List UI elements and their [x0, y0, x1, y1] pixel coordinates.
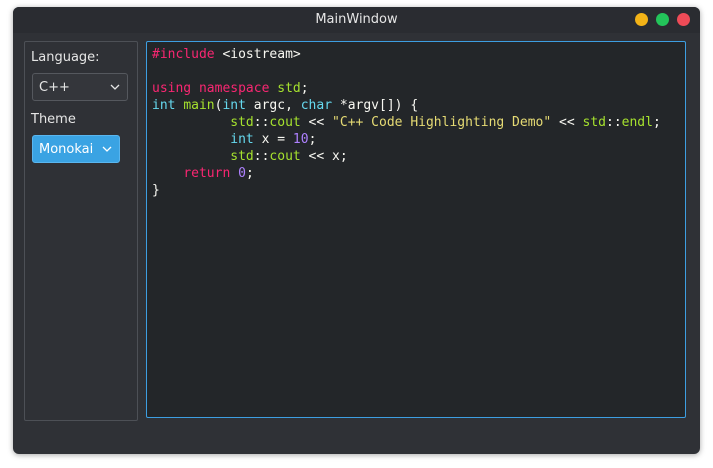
code-token: << [551, 115, 583, 130]
code-token: int [230, 132, 254, 147]
code-token: ; [308, 132, 317, 147]
code-line: #include <iostream> [152, 46, 661, 63]
code-token: std [230, 115, 254, 130]
code-token: namespace [198, 81, 270, 96]
code-line: using namespace std; [152, 80, 661, 97]
code-token: std [230, 149, 254, 164]
settings-panel: Language: C++ Theme Monokai [24, 41, 138, 421]
code-token: ; [245, 166, 254, 181]
code-token: #include [152, 47, 215, 62]
code-token: return [183, 166, 231, 181]
code-token: 0 [238, 166, 246, 181]
code-token: int [222, 98, 246, 113]
code-token: *argv[]) { [332, 98, 419, 113]
code-token: } [152, 183, 160, 198]
code-token: char [300, 98, 333, 113]
title-bar[interactable]: MainWindow [13, 7, 700, 33]
code-token: std [277, 81, 301, 96]
code-token: << x; [300, 149, 348, 164]
window-title: MainWindow [315, 12, 398, 27]
code-token: x = [253, 132, 293, 147]
code-token: "C++ Code Highlighting Demo" [332, 115, 552, 130]
theme-select[interactable]: Monokai [32, 135, 120, 163]
code-line: return 0; [152, 165, 661, 182]
code-token: using [152, 81, 192, 96]
language-select[interactable]: C++ [32, 73, 128, 101]
language-value: C++ [39, 80, 70, 95]
code-line: int main(int argc, char *argv[]) { [152, 97, 661, 114]
theme-label: Theme [31, 112, 76, 127]
close-button[interactable] [677, 13, 690, 26]
main-window: MainWindow Language: C++ Theme Monokai #… [13, 7, 700, 454]
code-token: ; [652, 115, 661, 130]
code-token: endl [621, 115, 653, 130]
code-line: } [152, 182, 661, 199]
code-token: <iostream> [214, 47, 301, 62]
code-text: #include <iostream> using namespace std; i… [152, 46, 661, 199]
code-token: :: [253, 149, 270, 164]
code-token: std [582, 115, 606, 130]
code-token: ; [300, 81, 309, 96]
code-editor[interactable]: #include <iostream> using namespace std; i… [146, 41, 686, 418]
code-token: cout [269, 115, 301, 130]
chevron-down-icon [102, 146, 112, 152]
chevron-down-icon [110, 84, 120, 90]
minimize-button[interactable] [635, 13, 648, 26]
language-label: Language: [31, 50, 100, 65]
code-token: :: [606, 115, 622, 130]
code-token: int [152, 98, 176, 113]
code-line: std::cout << "C++ Code Highlighting Demo… [152, 114, 661, 131]
code-token: << [300, 115, 333, 130]
code-line: std::cout << x; [152, 148, 661, 165]
maximize-button[interactable] [656, 13, 669, 26]
theme-value: Monokai [39, 142, 94, 157]
code-token: main [183, 98, 215, 113]
code-token: argc, [245, 98, 301, 113]
code-token: cout [269, 149, 301, 164]
code-token: :: [253, 115, 270, 130]
code-line: int x = 10; [152, 131, 661, 148]
code-token: 10 [292, 132, 309, 147]
